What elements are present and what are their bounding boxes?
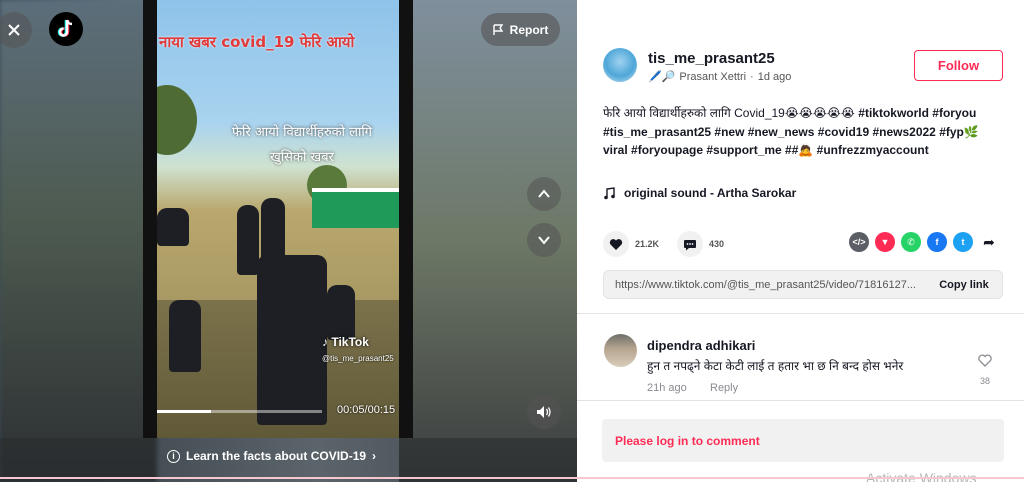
section-divider: [577, 313, 1024, 314]
activate-windows-watermark: Activate Windows: [866, 470, 977, 482]
bottom-accent-line: [0, 477, 1024, 479]
copy-link-button[interactable]: Copy link: [926, 279, 1002, 291]
video-overlay-subtitle: फेरि आयो विद्यार्थीहरुको लागि खुसिको खबर: [231, 125, 373, 165]
person-shape: [257, 255, 327, 425]
facebook-icon[interactable]: f: [927, 232, 947, 252]
letterbox-left: [143, 0, 157, 438]
tiktok-watermark: ♪ TikTok: [322, 335, 369, 349]
speaker-icon: [537, 406, 551, 418]
video-progress-fill: [157, 410, 212, 413]
comment-button[interactable]: [677, 231, 704, 257]
comment-text: हुन त नपढ्ने केटा केटी लाई त हतार भा छ न…: [647, 359, 904, 373]
person-shape: [237, 205, 259, 275]
info-icon: i: [167, 449, 180, 463]
like-count: 21.2K: [635, 239, 660, 249]
sound-name: original sound - Artha Sarokar: [624, 186, 797, 200]
comment-count: 430: [709, 239, 725, 249]
person-shape: [157, 208, 189, 246]
video-caption: फेरि आयो विद्यार्थीहरुको लागि Covid_19😭😭…: [603, 104, 998, 160]
whatsapp-icon[interactable]: ✆: [901, 232, 921, 252]
tiktok-watermark-text: TikTok: [331, 335, 369, 349]
details-panel: tis_me_prasant25 🖊️🔎 Prasant Xettri · 1d…: [577, 0, 1024, 482]
next-video-button[interactable]: [527, 223, 561, 257]
send-icon[interactable]: ▼: [875, 232, 895, 252]
building-shape: [312, 188, 399, 228]
covid-info-banner[interactable]: i Learn the facts about COVID-19 ›: [157, 438, 399, 474]
previous-video-button[interactable]: [527, 177, 561, 211]
volume-button[interactable]: [527, 395, 561, 429]
letterbox-right: [399, 0, 413, 438]
follow-button[interactable]: Follow: [914, 50, 1003, 81]
tiktok-video-page: नाया खबर covid_19 फेरि आयो फेरि आयो विद्…: [0, 0, 1024, 482]
share-icons: </> ▼ ✆ f t ➦: [849, 232, 999, 252]
chevron-up-icon: [538, 189, 550, 198]
copy-link-box: https://www.tiktok.com/@tis_me_prasant25…: [603, 270, 1003, 299]
close-icon: [8, 24, 20, 36]
video-progress-bar[interactable]: [157, 410, 322, 413]
author-subline: 🖊️🔎 Prasant Xettri · 1d ago: [648, 70, 792, 84]
commenter-username[interactable]: dipendra adhikari: [647, 338, 755, 353]
comment-time: 21h ago: [647, 382, 687, 394]
embed-icon[interactable]: </>: [849, 232, 869, 252]
tiktok-logo[interactable]: [49, 12, 83, 46]
sound-link[interactable]: original sound - Artha Sarokar: [603, 186, 796, 200]
author-username[interactable]: tis_me_prasant25: [648, 50, 775, 67]
tree-shape: [157, 85, 197, 155]
report-label: Report: [509, 22, 549, 37]
person-shape: [169, 300, 201, 372]
comment-like-button[interactable]: [975, 354, 995, 372]
video-overlay-title: नाया खबर covid_19 फेरि आयो: [159, 33, 355, 51]
music-note-icon: [604, 186, 615, 199]
post-time: 1d ago: [757, 70, 792, 83]
author-display-name: Prasant Xettri: [679, 70, 747, 83]
chevron-down-icon: [538, 236, 550, 245]
author-avatar[interactable]: [603, 48, 637, 82]
chevron-right-icon: ›: [372, 449, 377, 463]
comment-like-count: 38: [979, 376, 990, 386]
video-frame[interactable]: नाया खबर covid_19 फेरि आयो फेरि आयो विद्…: [157, 0, 399, 438]
video-player-area[interactable]: नाया खबर covid_19 फेरि आयो फेरि आयो विद्…: [0, 0, 577, 482]
video-url[interactable]: https://www.tiktok.com/@tis_me_prasant25…: [604, 279, 926, 291]
comment-bubble-icon: [684, 239, 697, 250]
report-button[interactable]: Report: [481, 13, 560, 46]
twitter-icon[interactable]: t: [953, 232, 973, 252]
covid-banner-text: Learn the facts about COVID-19: [186, 449, 367, 463]
engagement-stats: 21.2K 430: [603, 231, 742, 257]
like-button[interactable]: [603, 231, 629, 257]
video-time: 00:05/00:15: [337, 404, 396, 416]
caption-text: फेरि आयो विद्यार्थीहरुको लागि Covid_19😭😭…: [603, 106, 859, 120]
login-to-comment-button[interactable]: Please log in to comment: [602, 419, 1004, 462]
heart-icon: [609, 238, 623, 250]
person-shape: [327, 285, 355, 340]
tiktok-logo-icon: [57, 19, 73, 37]
blurred-background-left: [0, 0, 157, 482]
badge-icons: 🖊️🔎: [648, 71, 676, 83]
flag-icon: [492, 23, 503, 35]
heart-outline-icon: [978, 354, 992, 367]
watermark-username: @tis_me_prasant25: [322, 354, 394, 363]
commenter-avatar[interactable]: [604, 334, 637, 367]
share-arrow-icon[interactable]: ➦: [979, 232, 999, 252]
dot-separator: ·: [750, 70, 754, 83]
comment-reply-button[interactable]: Reply: [710, 382, 738, 394]
